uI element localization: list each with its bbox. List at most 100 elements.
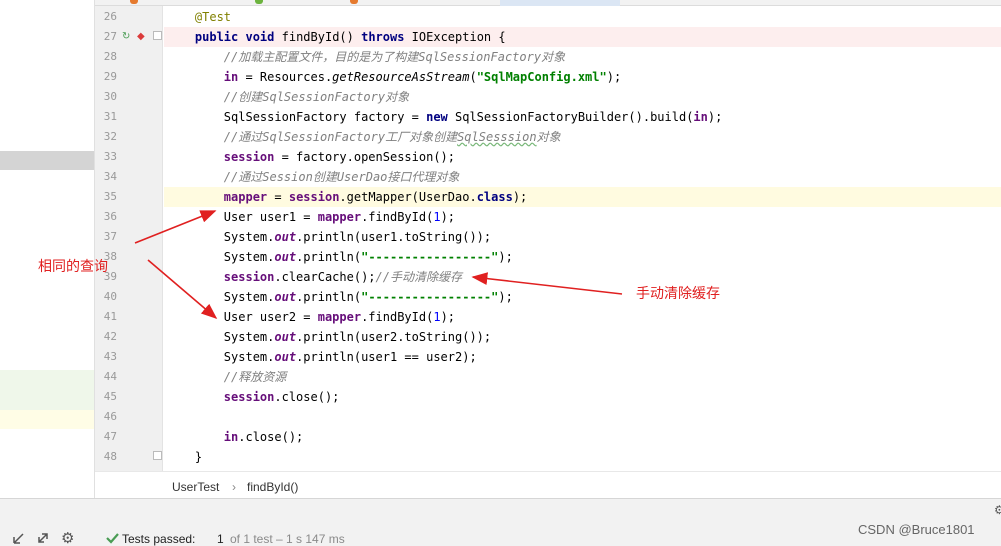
code-token: .clearCache(); (274, 270, 376, 284)
line-number[interactable]: 32 (95, 127, 117, 147)
line-number[interactable]: 28 (95, 47, 117, 67)
code-line[interactable]: public void findById() throws IOExceptio… (164, 27, 1001, 47)
code-text[interactable]: mapper = session.getMapper(UserDao.class… (166, 187, 527, 207)
code-line[interactable]: //加载主配置文件，目的是为了构建SqlSessionFactory对象 (164, 47, 1001, 67)
gear-icon-right[interactable]: ⚙ (994, 503, 1001, 517)
code-text[interactable]: session.close(); (166, 387, 340, 407)
code-line[interactable]: //释放资源 (164, 367, 1001, 387)
code-line[interactable]: mapper = session.getMapper(UserDao.class… (164, 187, 1001, 207)
fold-marker-icon[interactable] (153, 31, 162, 40)
line-number[interactable]: 37 (95, 227, 117, 247)
code-text[interactable]: //通过Session创建UserDao接口代理对象 (166, 167, 460, 187)
code-token: out (274, 290, 297, 304)
code-line[interactable]: in = Resources.getResourceAsStream("SqlM… (164, 67, 1001, 87)
code-line[interactable]: session.close(); (164, 387, 1001, 407)
code-token: mapper (223, 190, 268, 204)
code-text[interactable]: //加载主配置文件，目的是为了构建SqlSessionFactory对象 (166, 47, 565, 67)
line-number[interactable]: 46 (95, 407, 117, 427)
code-token: .println(user2.toString()); (296, 330, 492, 344)
code-text[interactable]: System.out.println("-----------------"); (166, 247, 513, 267)
code-token: out (274, 330, 297, 344)
code-token: in (223, 430, 239, 444)
code-token: = Resources. (238, 70, 333, 84)
code-line[interactable]: System.out.println("-----------------"); (164, 247, 1001, 267)
fold-marker-icon[interactable] (153, 451, 162, 460)
code-text[interactable]: } (166, 447, 202, 467)
run-test-icon[interactable]: ↻ (122, 27, 130, 47)
code-line[interactable]: session.clearCache();//手动清除缓存 (164, 267, 1001, 287)
code-text[interactable]: @Test (166, 7, 231, 27)
line-number[interactable]: 41 (95, 307, 117, 327)
tab-icon[interactable] (130, 0, 138, 4)
code-line[interactable]: session = factory.openSession(); (164, 147, 1001, 167)
code-text[interactable]: System.out.println(user1.toString()); (166, 227, 491, 247)
pin-icon[interactable] (12, 531, 26, 546)
expand-icon[interactable] (36, 531, 50, 546)
line-number[interactable]: 45 (95, 387, 117, 407)
line-number[interactable]: 43 (95, 347, 117, 367)
line-number[interactable]: 33 (95, 147, 117, 167)
line-number[interactable]: 47 (95, 427, 117, 447)
breadcrumb-method[interactable]: findById() (247, 480, 298, 494)
breadcrumb-class[interactable]: UserTest (172, 480, 219, 494)
line-number[interactable]: 48 (95, 447, 117, 467)
code-token: ); (707, 110, 723, 124)
code-line[interactable]: User user2 = mapper.findById(1); (164, 307, 1001, 327)
gear-icon[interactable]: ⚙ (61, 529, 74, 546)
tab-active[interactable] (500, 0, 620, 6)
code-line[interactable]: //通过SqlSessionFactory工厂对象创建SqlSesssion对象 (164, 127, 1001, 147)
selected-tree-row[interactable] (0, 151, 94, 170)
code-text[interactable]: in.close(); (166, 427, 303, 447)
code-line[interactable]: SqlSessionFactory factory = new SqlSessi… (164, 107, 1001, 127)
code-text[interactable]: session.clearCache();//手动清除缓存 (166, 267, 462, 287)
code-text[interactable]: System.out.println(user2.toString()); (166, 327, 491, 347)
code-line[interactable]: System.out.println(user1.toString()); (164, 227, 1001, 247)
tab-icon[interactable] (350, 0, 358, 4)
code-token: //创建SqlSessionFactory对象 (223, 90, 410, 104)
editor-tabs-strip[interactable] (95, 0, 1001, 6)
line-number[interactable]: 34 (95, 167, 117, 187)
code-line[interactable] (164, 407, 1001, 427)
line-number[interactable]: 26 (95, 7, 117, 27)
line-number[interactable]: 30 (95, 87, 117, 107)
code-text[interactable]: System.out.println("-----------------"); (166, 287, 513, 307)
code-token: .close(); (238, 430, 304, 444)
code-text[interactable]: public void findById() throws IOExceptio… (166, 27, 506, 47)
breakpoint-icon[interactable]: ◆ (137, 27, 145, 47)
code-text[interactable]: //通过SqlSessionFactory工厂对象创建SqlSesssion对象 (166, 127, 561, 147)
code-token: .println(user1 == user2); (296, 350, 477, 364)
code-text[interactable]: User user2 = mapper.findById(1); (166, 307, 455, 327)
code-text[interactable]: session = factory.openSession(); (166, 147, 455, 167)
code-text[interactable]: in = Resources.getResourceAsStream("SqlM… (166, 67, 621, 87)
line-number[interactable]: 35 (95, 187, 117, 207)
code-text[interactable]: System.out.println(user1 == user2); (166, 347, 477, 367)
code-editor[interactable]: 26 27 28 29 30 31 32 33 34 35 36 37 38 39 40 41 42 43 44 45… (95, 0, 1001, 471)
code-line[interactable]: System.out.println(user1 == user2); (164, 347, 1001, 367)
tab-icon[interactable] (255, 0, 263, 4)
project-panel[interactable] (0, 0, 95, 498)
line-number[interactable]: 42 (95, 327, 117, 347)
code-text[interactable]: //释放资源 (166, 367, 286, 387)
code-line[interactable]: User user1 = mapper.findById(1); (164, 207, 1001, 227)
line-number[interactable]: 36 (95, 207, 117, 227)
code-line[interactable]: System.out.println("-----------------"); (164, 287, 1001, 307)
code-line[interactable]: @Test (164, 7, 1001, 27)
code-text[interactable]: //创建SqlSessionFactory对象 (166, 87, 409, 107)
code-text[interactable]: SqlSessionFactory factory = new SqlSessi… (166, 107, 723, 127)
line-number[interactable]: 40 (95, 287, 117, 307)
line-number[interactable]: 31 (95, 107, 117, 127)
code-line[interactable]: System.out.println(user2.toString()); (164, 327, 1001, 347)
code-token: session (223, 150, 275, 164)
code-line[interactable]: } (164, 447, 1001, 467)
line-number[interactable]: 27 (95, 27, 117, 47)
line-number[interactable]: 29 (95, 67, 117, 87)
line-number[interactable]: 44 (95, 367, 117, 387)
code-line[interactable]: in.close(); (164, 427, 1001, 447)
code-text[interactable]: User user1 = mapper.findById(1); (166, 207, 455, 227)
gutter[interactable]: 26 27 28 29 30 31 32 33 34 35 36 37 38 39 40 41 42 43 44 45… (95, 6, 163, 471)
watermark: CSDN @Bruce1801 (858, 522, 975, 537)
code-line[interactable]: //创建SqlSessionFactory对象 (164, 87, 1001, 107)
code-token: User user2 = (166, 310, 318, 324)
code-line[interactable]: //通过Session创建UserDao接口代理对象 (164, 167, 1001, 187)
